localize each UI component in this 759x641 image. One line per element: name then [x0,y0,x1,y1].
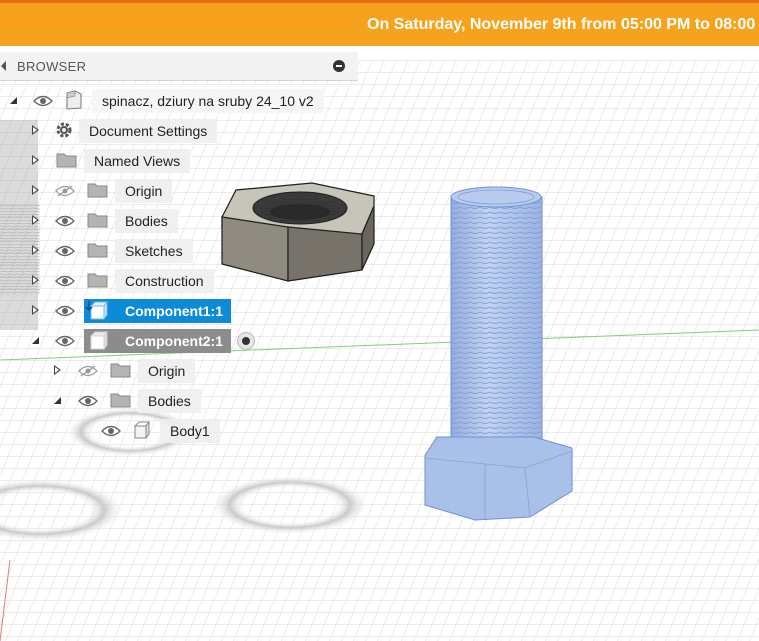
expand-right-icon[interactable] [29,214,41,226]
document-name[interactable]: spinacz, dziury na sruby 24_10 v2 [92,89,324,113]
document-icon [66,90,82,110]
expand-right-icon[interactable] [51,364,63,376]
expand-down-icon[interactable] [51,394,63,406]
tree-item-body1[interactable]: Body1 [160,419,220,443]
folder-icon [87,243,108,258]
activate-component-radio[interactable] [237,332,255,350]
eye-icon[interactable] [101,425,121,437]
eye-icon[interactable] [55,335,75,347]
expand-right-icon[interactable] [29,184,41,196]
eye-icon[interactable] [55,245,75,257]
expand-down-icon[interactable] [7,94,19,106]
folder-icon [110,393,131,408]
minimize-icon[interactable] [333,60,345,72]
notification-banner[interactable]: On Saturday, November 9th from 05:00 PM … [0,0,759,46]
tree-item-document-settings[interactable]: Document Settings [79,119,218,143]
eye-icon[interactable] [55,305,75,317]
panel-collapse-arrow-icon[interactable] [1,61,6,71]
tree-item-origin-nested[interactable]: Origin [138,359,196,383]
expand-right-icon[interactable] [29,124,41,136]
expand-right-icon[interactable] [29,274,41,286]
banner-text: On Saturday, November 9th from 05:00 PM … [367,16,756,33]
tree-item-named-views[interactable]: Named Views [84,149,191,173]
browser-panel-header[interactable]: BROWSER [0,52,358,81]
hex-nut-model[interactable] [221,182,375,282]
eye-hidden-icon[interactable] [78,365,98,377]
folder-icon [87,213,108,228]
expand-right-icon[interactable] [29,154,41,166]
component-icon [89,331,108,351]
expand-down-icon[interactable] [29,334,41,346]
eye-icon[interactable] [55,275,75,287]
eye-icon[interactable] [33,95,53,107]
tree-item-bodies[interactable]: Bodies [115,209,178,233]
expand-right-icon[interactable] [29,304,41,316]
folder-icon [110,363,131,378]
body-icon [133,421,150,439]
folder-icon [87,273,108,288]
eye-icon[interactable] [55,215,75,227]
browser-title: BROWSER [17,59,87,74]
gear-icon [56,122,72,138]
expand-right-icon[interactable] [29,244,41,256]
tree-item-sketches[interactable]: Sketches [115,239,193,263]
component-icon [86,301,108,321]
eye-icon[interactable] [78,395,98,407]
eye-hidden-icon[interactable] [55,185,75,197]
folder-icon [87,183,108,198]
folder-icon [56,153,77,168]
tree-item-construction[interactable]: Construction [115,269,214,293]
tree-item-bodies-nested[interactable]: Bodies [138,389,201,413]
tree-item-origin[interactable]: Origin [115,179,173,203]
